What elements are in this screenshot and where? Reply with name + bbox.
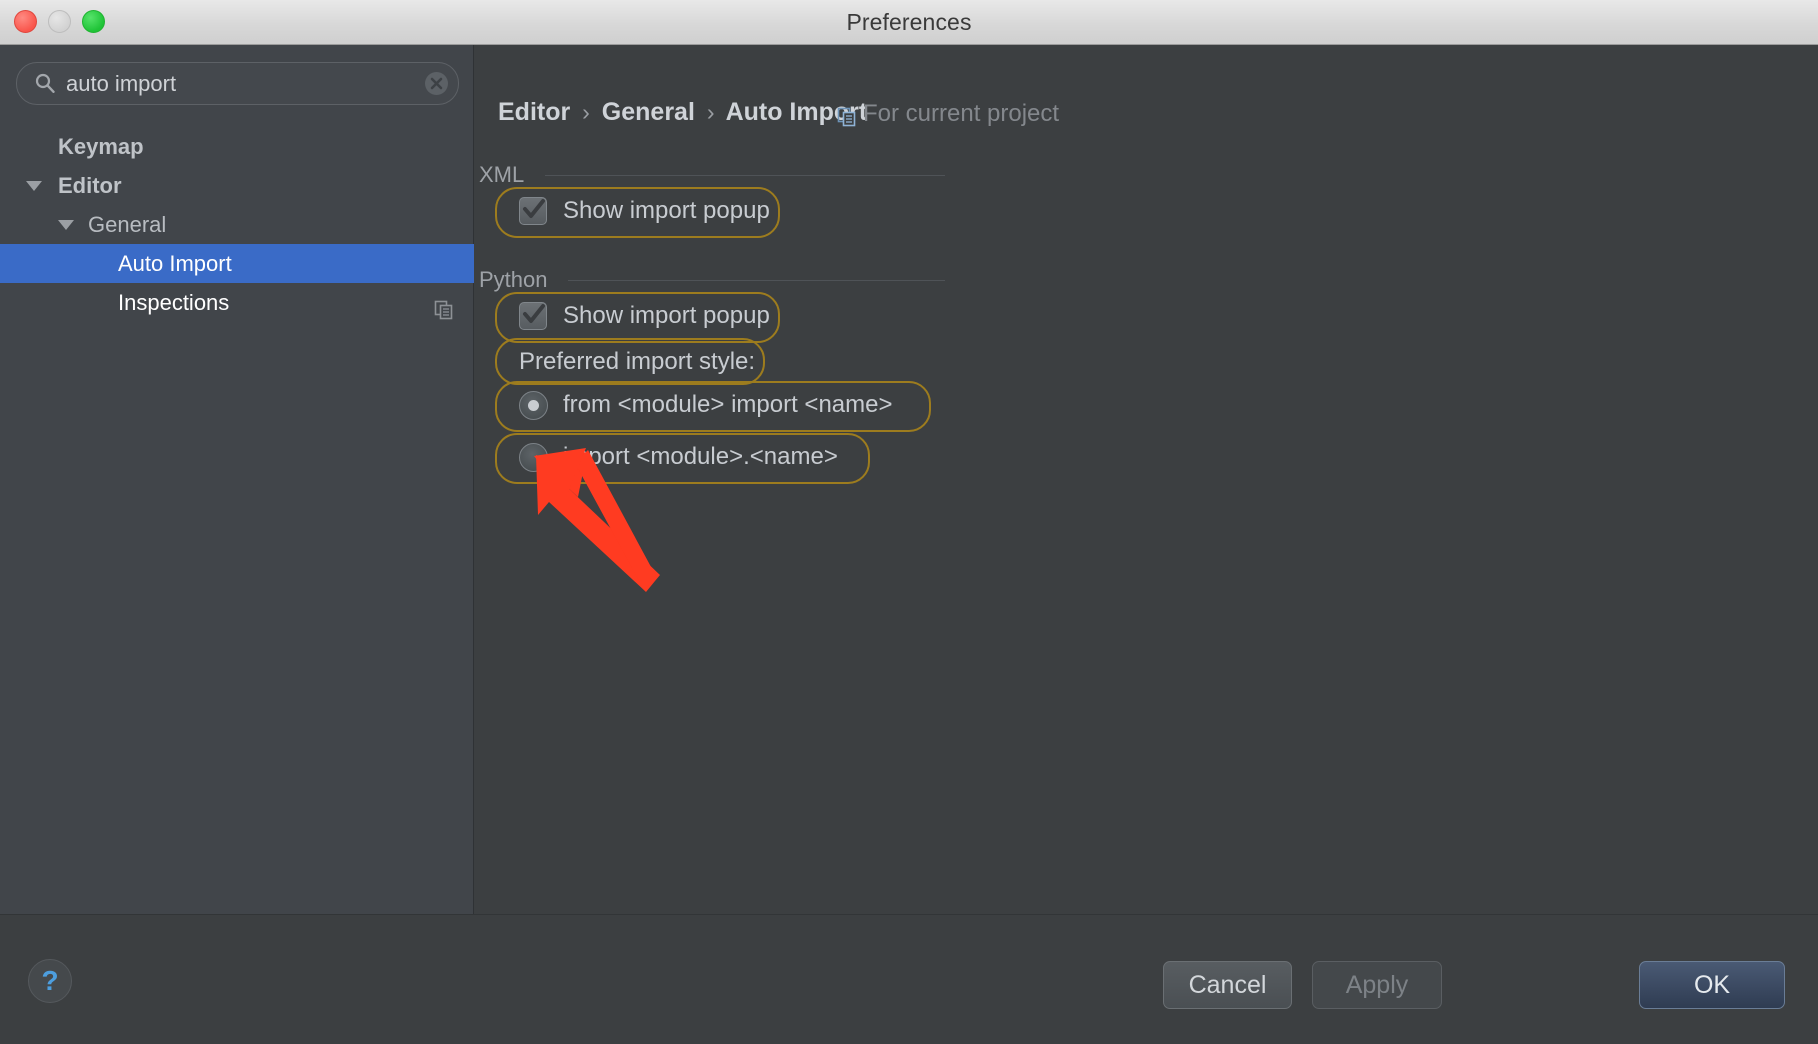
settings-detail-panel: Editor › General › Auto Import For curre… bbox=[475, 45, 1818, 914]
settings-sidebar: auto import Keymap Editor General bbox=[0, 45, 474, 914]
sidebar-item-label: Editor bbox=[58, 166, 122, 205]
section-divider bbox=[568, 280, 945, 281]
help-button[interactable]: ? bbox=[28, 959, 72, 1003]
breadcrumb-part-editor[interactable]: Editor bbox=[498, 98, 570, 126]
sidebar-item-auto-import[interactable]: Auto Import bbox=[0, 244, 474, 283]
radio-selected-icon[interactable] bbox=[519, 391, 548, 420]
sidebar-item-keymap[interactable]: Keymap bbox=[0, 127, 474, 166]
search-input-value[interactable]: auto import bbox=[66, 62, 411, 105]
chevron-down-icon[interactable] bbox=[26, 181, 42, 191]
radio-label: import <module>.<name> bbox=[563, 441, 838, 473]
settings-tree: Keymap Editor General Auto Import Inspec… bbox=[0, 127, 474, 322]
search-icon bbox=[35, 73, 55, 93]
window-title: Preferences bbox=[0, 0, 1818, 44]
radio-label: from <module> import <name> bbox=[563, 389, 893, 421]
cancel-button[interactable]: Cancel bbox=[1163, 961, 1292, 1009]
scope-label: For current project bbox=[863, 100, 1059, 128]
chevron-down-icon[interactable] bbox=[58, 220, 74, 230]
sidebar-item-editor[interactable]: Editor bbox=[0, 166, 474, 205]
checkbox-checked-icon[interactable] bbox=[519, 197, 547, 225]
search-field[interactable]: auto import bbox=[16, 62, 459, 105]
sidebar-item-label: Auto Import bbox=[118, 244, 232, 283]
sidebar-item-label: Inspections bbox=[118, 283, 229, 322]
radio-unselected-icon[interactable] bbox=[519, 443, 548, 472]
section-title-python: Python bbox=[479, 267, 548, 293]
breadcrumb-part-general[interactable]: General bbox=[602, 98, 695, 126]
checkbox-checked-icon[interactable] bbox=[519, 302, 547, 330]
breadcrumb: Editor › General › Auto Import bbox=[498, 98, 867, 127]
breadcrumb-separator: › bbox=[577, 99, 595, 125]
ok-button[interactable]: OK bbox=[1639, 961, 1785, 1009]
section-title-xml: XML bbox=[479, 162, 524, 188]
sidebar-item-label: General bbox=[88, 205, 166, 244]
checkbox-label: Show import popup bbox=[563, 195, 770, 227]
copy-project-icon bbox=[837, 107, 857, 127]
preferred-import-style-label: Preferred import style: bbox=[519, 346, 755, 378]
sidebar-item-inspections[interactable]: Inspections bbox=[0, 283, 474, 322]
preferences-window: Preferences auto import Keymap bbox=[0, 0, 1818, 1044]
dialog-footer: ? Cancel Apply OK bbox=[0, 914, 1818, 1044]
copy-project-icon bbox=[434, 293, 454, 313]
section-divider bbox=[545, 175, 945, 176]
sidebar-item-label: Keymap bbox=[58, 127, 144, 166]
checkbox-label: Show import popup bbox=[563, 300, 770, 332]
radio-dot bbox=[528, 400, 539, 411]
apply-button: Apply bbox=[1312, 961, 1442, 1009]
title-bar: Preferences bbox=[0, 0, 1818, 45]
clear-search-icon[interactable] bbox=[425, 72, 448, 95]
sidebar-item-general[interactable]: General bbox=[0, 205, 474, 244]
breadcrumb-separator: › bbox=[702, 99, 720, 125]
